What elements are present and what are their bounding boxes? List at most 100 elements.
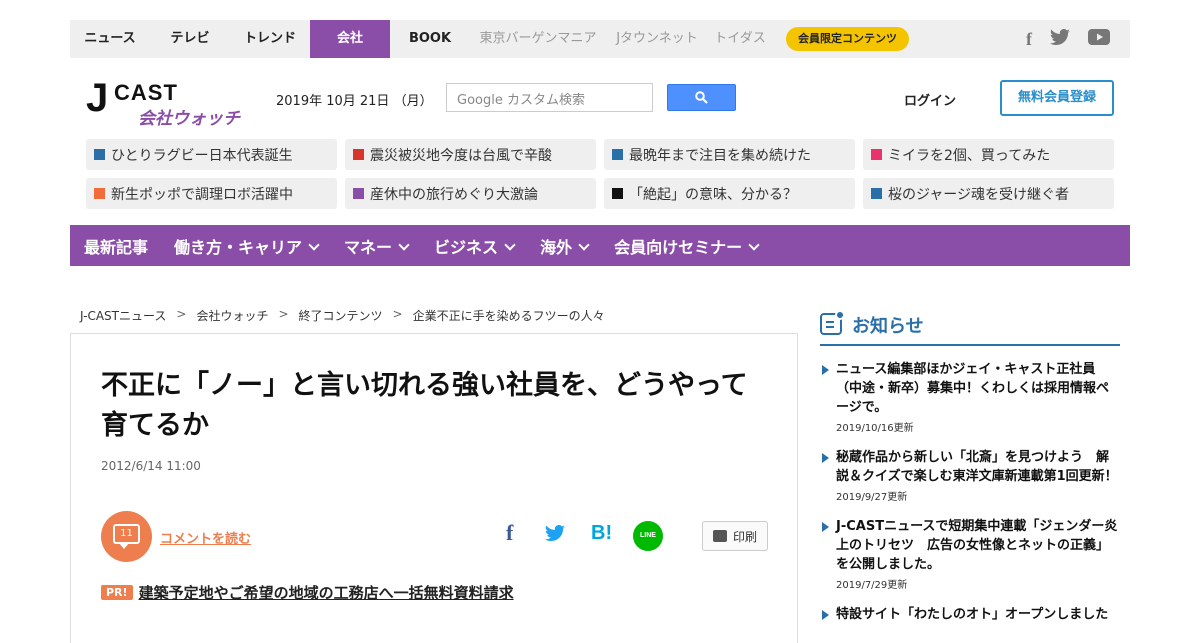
arrow-right-icon [822,610,829,620]
breadcrumb-separator: > [278,307,289,321]
topic-label: 新生ポッポで調理ロボ活躍中 [111,186,293,203]
register-button[interactable]: 無料会員登録 [1000,80,1114,116]
twitter-icon[interactable] [1050,28,1070,50]
topic-marker [612,149,623,160]
topic-label: 産休中の旅行めぐり大激論 [370,186,538,203]
line-share-icon[interactable]: LINE [633,521,663,551]
comment-icon[interactable]: 11 [101,511,152,562]
notice-text: 秘蔵作品から新しい「北斎」を見つけよう 解説＆クイズで楽しむ東洋文庫新連載第1回… [836,450,1118,484]
topic-label: 「絶起」の意味、分かる？ [629,186,797,203]
printer-icon [712,530,727,542]
breadcrumb-item[interactable]: J-CASTニュース [80,307,166,324]
topic-item[interactable]: ひとりラグビー日本代表誕生 [86,139,337,170]
breadcrumb-item[interactable]: 会社ウォッチ [196,307,268,324]
topnav-item-toidas[interactable]: トイダス [708,20,772,58]
notice-item[interactable]: ニュース編集部ほかジェイ・キャスト正社員（中途・新卒）募集中！くわしくは採用情報… [820,360,1120,434]
facebook-icon[interactable]: f [1026,29,1032,50]
search-input[interactable]: Google カスタム検索 [446,83,653,112]
chevron-down-icon [748,238,760,251]
breadcrumb-item[interactable]: 終了コンテンツ [299,307,383,324]
search-button[interactable] [667,84,736,111]
topnav-item-news[interactable]: ニュース [70,20,150,58]
top-nav: ニュース テレビ トレンド 会社 BOOK 東京バーゲンマニア Jタウンネット … [70,20,1130,58]
topnav-item-bargain[interactable]: 東京バーゲンマニア [470,20,606,58]
notice-header: お知らせ [820,309,1120,346]
topic-item[interactable]: 新生ポッポで調理ロボ活躍中 [86,178,337,209]
article-title: 不正に「ノー」と言い切れる強い社員を、どうやって育てるか [101,370,748,441]
members-only-badge[interactable]: 会員限定コンテンツ [786,27,909,51]
notice-date: 2019/9/27更新 [836,492,908,503]
topic-label: 震災被災地今度は台風で辛酸 [370,147,552,164]
notice-item[interactable]: 特設サイト「わたしのオト」オープンしました [820,605,1120,624]
chevron-down-icon [398,238,410,251]
topic-marker [353,188,364,199]
logo-subtitle: 会社ウォッチ [138,109,240,129]
chevron-down-icon [578,238,590,251]
twitter-share-icon[interactable] [545,522,565,546]
topnav-item-tv[interactable]: テレビ [150,20,230,58]
arrow-right-icon [822,453,829,463]
topic-marker [94,149,105,160]
mainnav-item-overseas[interactable]: 海外 [540,234,590,258]
topic-item[interactable]: 産休中の旅行めぐり大激論 [345,178,596,209]
breadcrumb-separator: > [392,307,403,321]
pr-ad: PR! 建築予定地やご希望の地域の工務店へ一括無料資料請求 [101,582,514,603]
breadcrumb-item[interactable]: 企業不正に手を染めるフツーの人々 [413,307,605,324]
topic-item[interactable]: 震災被災地今度は台風で辛酸 [345,139,596,170]
notice-text: J-CASTニュースで短期集中連載「ジェンダー炎上のトリセツ 広告の女性像とネッ… [836,519,1118,572]
topic-marker [353,149,364,160]
mainnav-item-money[interactable]: マネー [344,234,410,258]
mainnav-item-business[interactable]: ビジネス [434,234,516,258]
print-label: 印刷 [732,529,757,544]
mainnav-item-seminar[interactable]: 会員向けセミナー [614,234,760,258]
article-date: 2012/6/14 11:00 [101,459,201,473]
youtube-icon[interactable] [1088,28,1110,50]
site-logo[interactable]: J CAST 会社ウォッチ [86,76,256,129]
notice-title: お知らせ [852,316,924,337]
topic-item[interactable]: ミイラを2個、買ってみた [863,139,1114,170]
notice-list: ニュース編集部ほかジェイ・キャスト正社員（中途・新卒）募集中！くわしくは採用情報… [820,360,1120,638]
topic-marker [94,188,105,199]
chevron-down-icon [504,238,516,251]
topnav-item-company[interactable]: 会社 [310,20,390,58]
comment-count: 11 [113,524,140,544]
topic-label: ひとりラグビー日本代表誕生 [111,147,293,164]
arrow-right-icon [822,365,829,375]
topic-item[interactable]: 「絶起」の意味、分かる？ [604,178,855,209]
topic-item[interactable]: 最晩年まで注目を集め続けた [604,139,855,170]
breadcrumb-separator: > [176,307,187,321]
topnav-item-book[interactable]: BOOK [390,20,470,58]
topnav-item-jtown[interactable]: Jタウンネット [606,20,708,58]
topic-label: ミイラを2個、買ってみた [888,147,1051,164]
chevron-down-icon [308,238,320,251]
arrow-right-icon [822,522,829,532]
mainnav-item-career[interactable]: 働き方・キャリア [174,234,320,258]
topic-label: 桜のジャージ魂を受け継ぐ者 [888,186,1070,203]
pr-badge: PR! [101,585,133,600]
facebook-share-icon[interactable]: f [506,520,513,546]
notice-item[interactable]: J-CASTニュースで短期集中連載「ジェンダー炎上のトリセツ 広告の女性像とネッ… [820,517,1120,591]
topnav-item-trend[interactable]: トレンド [230,20,310,58]
notice-item[interactable]: 秘蔵作品から新しい「北斎」を見つけよう 解説＆クイズで楽しむ東洋文庫新連載第1回… [820,448,1120,503]
login-link[interactable]: ログイン [904,90,956,109]
topic-marker [612,188,623,199]
breadcrumb: J-CASTニュース > 会社ウォッチ > 終了コンテンツ > 企業不正に手を染… [80,307,605,324]
logo-main: CAST [114,80,178,105]
article-card: 不正に「ノー」と言い切れる強い社員を、どうやって育てるか 2012/6/14 1… [70,333,798,643]
notice-text: ニュース編集部ほかジェイ・キャスト正社員（中途・新卒）募集中！くわしくは採用情報… [836,362,1110,415]
print-button[interactable]: 印刷 [702,521,768,551]
topic-label: 最晩年まで注目を集め続けた [629,147,811,164]
notice-date: 2019/7/29更新 [836,580,908,591]
topic-item[interactable]: 桜のジャージ魂を受け継ぐ者 [863,178,1114,209]
notice-text: 特設サイト「わたしのオト」オープンしました [836,607,1109,622]
social-links: f [1026,20,1110,58]
topic-marker [871,149,882,160]
pr-link[interactable]: 建築予定地やご希望の地域の工務店へ一括無料資料請求 [139,582,514,603]
trending-topics: ひとりラグビー日本代表誕生 震災被災地今度は台風で辛酸 最晩年まで注目を集め続け… [86,139,1114,209]
read-comments-link[interactable]: コメントを読む [160,528,251,547]
mainnav-item-latest[interactable]: 最新記事 [84,234,148,258]
current-date: 2019年 10月 21日 （月） [276,94,433,109]
hatena-bookmark-icon[interactable]: B! [591,522,612,545]
logo-j: J [86,76,109,120]
main-nav: 最新記事 働き方・キャリア マネー ビジネス 海外 会員向けセミナー [70,225,1130,266]
